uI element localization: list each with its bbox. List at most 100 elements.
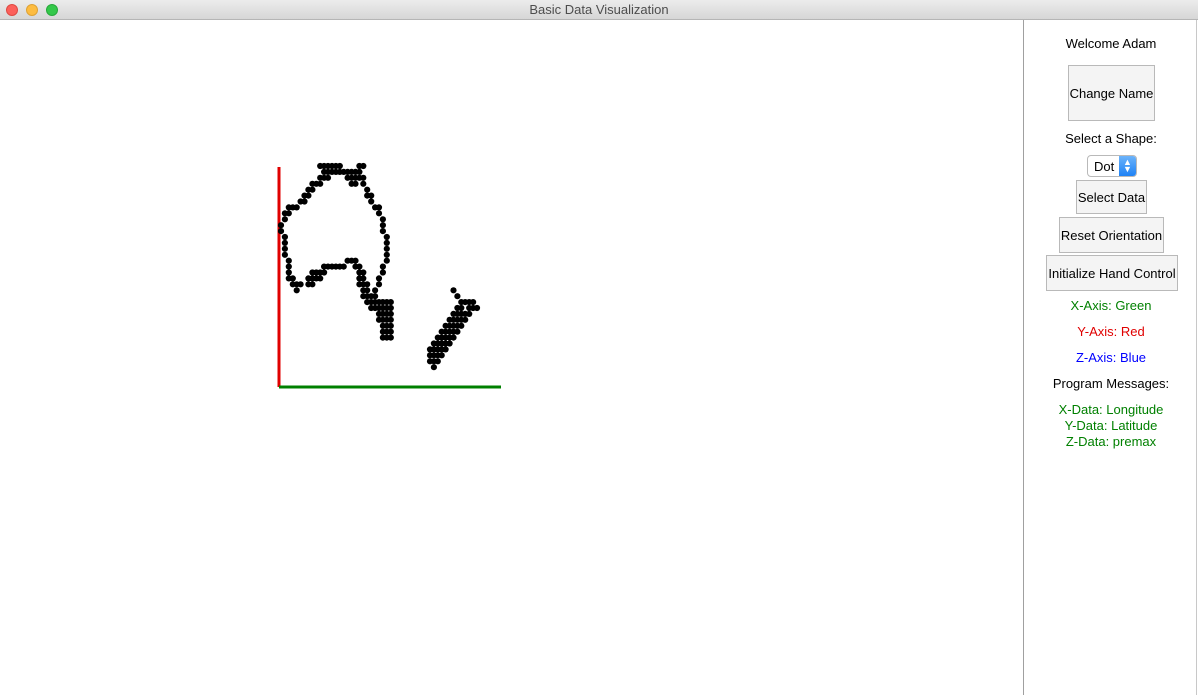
reset-orientation-button[interactable]: Reset Orientation xyxy=(1059,217,1164,253)
z-axis-legend: Z-Axis: Blue xyxy=(1075,350,1147,365)
control-panel: Welcome Adam Change Name Select a Shape:… xyxy=(1024,20,1196,695)
welcome-label: Welcome Adam xyxy=(1065,36,1157,51)
data-point xyxy=(387,334,394,341)
data-point xyxy=(321,269,328,276)
data-point xyxy=(352,257,359,264)
data-point xyxy=(317,275,324,282)
data-point xyxy=(438,352,445,359)
shape-select-value: Dot xyxy=(1094,159,1115,174)
data-point xyxy=(368,198,375,205)
initialize-hand-control-button[interactable]: Initialize Hand Control xyxy=(1046,255,1178,291)
data-point xyxy=(324,168,332,175)
data-point xyxy=(364,281,371,288)
data-point xyxy=(462,316,469,323)
data-points xyxy=(277,162,481,371)
data-point xyxy=(364,287,371,294)
data-point xyxy=(442,346,449,353)
data-point xyxy=(293,204,300,211)
data-point xyxy=(317,180,324,187)
data-point xyxy=(458,304,465,312)
data-point xyxy=(360,180,367,187)
window-title: Basic Data Visualization xyxy=(529,2,669,17)
data-point xyxy=(372,287,379,294)
data-point xyxy=(281,239,288,246)
data-point xyxy=(352,180,359,187)
data-point xyxy=(450,334,457,341)
data-point xyxy=(309,186,316,193)
select-arrows-icon: ▲ ▼ xyxy=(1119,156,1136,176)
data-point xyxy=(379,222,386,229)
data-point xyxy=(285,269,292,276)
data-point xyxy=(352,168,359,175)
data-point xyxy=(364,186,371,193)
data-point xyxy=(430,364,437,371)
data-point xyxy=(387,328,394,335)
data-point xyxy=(277,228,285,235)
select-shape-label: Select a Shape: xyxy=(1065,131,1157,146)
data-point xyxy=(454,328,461,335)
data-point xyxy=(285,210,292,217)
data-point xyxy=(360,269,367,276)
x-axis-legend: X-Axis: Green xyxy=(1070,298,1152,313)
data-point xyxy=(336,168,343,175)
data-point xyxy=(387,299,394,306)
data-point xyxy=(473,304,481,312)
data-point xyxy=(379,263,386,270)
data-point xyxy=(383,257,390,264)
data-point xyxy=(293,287,300,294)
program-messages-label: Program Messages: xyxy=(1052,376,1170,391)
scatter-plot xyxy=(277,162,501,389)
title-bar: Basic Data Visualization xyxy=(0,0,1198,20)
data-point xyxy=(281,233,288,241)
data-point xyxy=(340,263,347,270)
data-point xyxy=(364,293,371,300)
data-point xyxy=(352,174,359,181)
data-point xyxy=(336,162,343,170)
data-point xyxy=(289,275,296,282)
data-point xyxy=(305,192,312,199)
data-point xyxy=(375,275,383,282)
data-point xyxy=(375,281,383,288)
data-point xyxy=(383,251,390,258)
data-point xyxy=(454,293,461,300)
data-point xyxy=(360,162,367,170)
message-x-data: X-Data: Longitude xyxy=(1058,402,1164,417)
data-point xyxy=(450,287,457,294)
data-point xyxy=(281,216,288,223)
message-z-data: Z-Data: premax xyxy=(1065,434,1157,449)
data-point xyxy=(383,245,390,252)
data-point xyxy=(360,275,367,282)
data-point xyxy=(470,299,477,306)
data-point xyxy=(309,281,316,288)
data-point xyxy=(383,233,390,241)
data-point xyxy=(297,281,304,288)
data-point xyxy=(434,358,441,365)
data-point xyxy=(324,174,332,181)
data-point xyxy=(356,263,363,270)
data-point xyxy=(379,216,386,223)
data-point xyxy=(285,257,292,264)
data-point xyxy=(285,263,292,270)
change-name-button[interactable]: Change Name xyxy=(1068,65,1155,121)
data-point xyxy=(387,316,394,323)
data-point xyxy=(375,204,383,211)
data-point xyxy=(301,198,308,205)
data-point xyxy=(446,340,453,347)
message-y-data: Y-Data: Latitude xyxy=(1064,418,1158,433)
data-point xyxy=(379,269,386,276)
data-point xyxy=(281,251,288,258)
shape-select[interactable]: Dot ▲ ▼ xyxy=(1087,155,1137,177)
y-axis-legend: Y-Axis: Red xyxy=(1077,324,1145,339)
visualization-canvas[interactable] xyxy=(0,20,1023,695)
data-point xyxy=(387,322,394,329)
data-point xyxy=(375,210,383,217)
data-point xyxy=(379,228,386,235)
data-point xyxy=(387,304,394,312)
data-point xyxy=(458,322,465,329)
data-point xyxy=(277,222,285,229)
data-point xyxy=(360,174,367,181)
data-point xyxy=(281,245,288,252)
data-point xyxy=(383,239,390,246)
data-point xyxy=(368,192,375,199)
select-data-button[interactable]: Select Data xyxy=(1076,180,1147,214)
